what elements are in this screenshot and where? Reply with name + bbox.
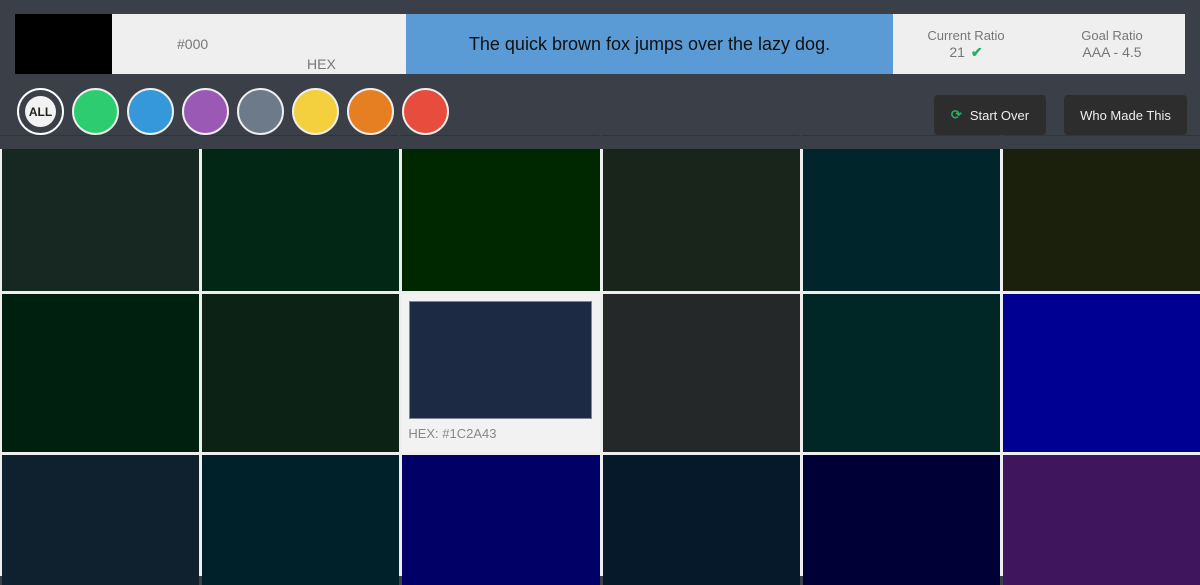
goal-ratio-label: Goal Ratio: [1081, 28, 1143, 43]
color-tile[interactable]: [602, 294, 800, 452]
color-tile[interactable]: [602, 455, 800, 585]
color-tile[interactable]: [802, 455, 1000, 585]
color-tile[interactable]: [1002, 294, 1200, 452]
current-ratio: Current Ratio 21 ✔: [893, 14, 1039, 74]
goal-ratio: Goal Ratio AAA - 4.5: [1039, 14, 1185, 74]
color-tile[interactable]: [202, 455, 400, 585]
color-filter-bar: ALL: [17, 88, 449, 135]
color-tile[interactable]: [202, 135, 400, 291]
ratio-panel: Current Ratio 21 ✔ Goal Ratio AAA - 4.5: [893, 14, 1185, 74]
who-made-this-label: Who Made This: [1080, 107, 1171, 123]
check-icon: ✔: [970, 44, 983, 60]
color-tile[interactable]: [402, 455, 600, 585]
who-made-this-button[interactable]: Who Made This: [1064, 95, 1187, 135]
filter-gray[interactable]: [237, 88, 284, 135]
color-tile[interactable]: [802, 135, 1000, 291]
filter-blue[interactable]: [127, 88, 174, 135]
start-over-button[interactable]: ⟳ Start Over: [934, 95, 1046, 135]
color-tile[interactable]: [602, 135, 800, 291]
color-tile-selected[interactable]: HEX: #1C2A43: [402, 294, 600, 452]
hex-input-box[interactable]: #000 HEX: [112, 14, 406, 74]
color-grid: HEX: #1C2A43: [0, 135, 1200, 585]
color-tile[interactable]: [802, 294, 1000, 452]
sample-text-preview: The quick brown fox jumps over the lazy …: [406, 14, 893, 74]
start-over-label: Start Over: [969, 107, 1030, 123]
filter-all-label: ALL: [25, 96, 56, 127]
refresh-icon: ⟳: [950, 107, 962, 122]
contrast-header: #000 HEX The quick brown fox jumps over …: [15, 14, 1185, 74]
current-ratio-label: Current Ratio: [927, 28, 1005, 43]
color-tile[interactable]: [402, 135, 600, 291]
color-tile[interactable]: [2, 135, 200, 291]
filter-all[interactable]: ALL: [17, 88, 64, 135]
selected-hex-caption: HEX: #1C2A43: [408, 426, 497, 441]
filter-orange[interactable]: [347, 88, 394, 135]
hex-value[interactable]: #000: [177, 36, 208, 52]
color-tile[interactable]: [202, 294, 400, 452]
hex-label: HEX: [307, 56, 336, 72]
filter-yellow[interactable]: [292, 88, 339, 135]
color-tile[interactable]: [1002, 135, 1200, 291]
filter-red[interactable]: [402, 88, 449, 135]
color-tile[interactable]: [1002, 455, 1200, 585]
goal-ratio-value: AAA - 4.5: [1082, 44, 1142, 60]
filter-green[interactable]: [72, 88, 119, 135]
color-tile[interactable]: [2, 455, 200, 585]
current-ratio-value: 21: [949, 44, 965, 60]
selected-color-swatch: [409, 301, 592, 419]
filter-purple[interactable]: [182, 88, 229, 135]
color-tile[interactable]: [2, 294, 200, 452]
grid-header-strip: [0, 135, 1200, 149]
color-preview-swatch: [15, 14, 118, 74]
